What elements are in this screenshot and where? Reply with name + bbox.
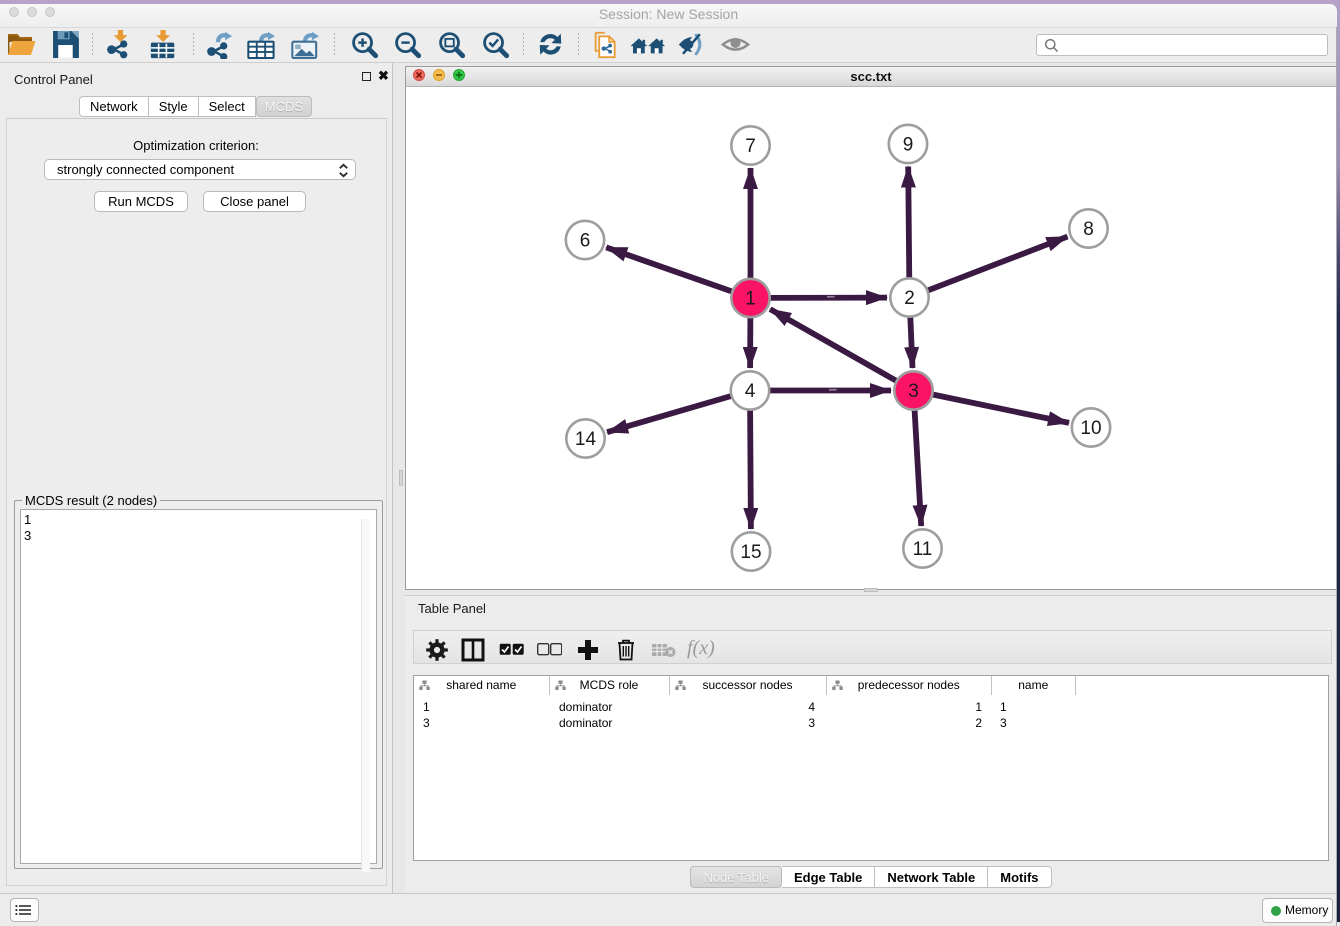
svg-text:15: 15 — [740, 542, 761, 563]
svg-text:8: 8 — [1083, 219, 1094, 240]
svg-text:10: 10 — [1080, 418, 1101, 439]
svg-text:11: 11 — [913, 539, 933, 560]
svg-text:2: 2 — [904, 288, 915, 309]
svg-text:1: 1 — [745, 289, 756, 310]
svg-text:14: 14 — [575, 429, 597, 450]
svg-text:3: 3 — [908, 381, 919, 402]
svg-text:9: 9 — [903, 135, 914, 156]
svg-text:7: 7 — [745, 136, 756, 157]
svg-text:4: 4 — [745, 381, 756, 402]
svg-text:6: 6 — [580, 231, 591, 252]
